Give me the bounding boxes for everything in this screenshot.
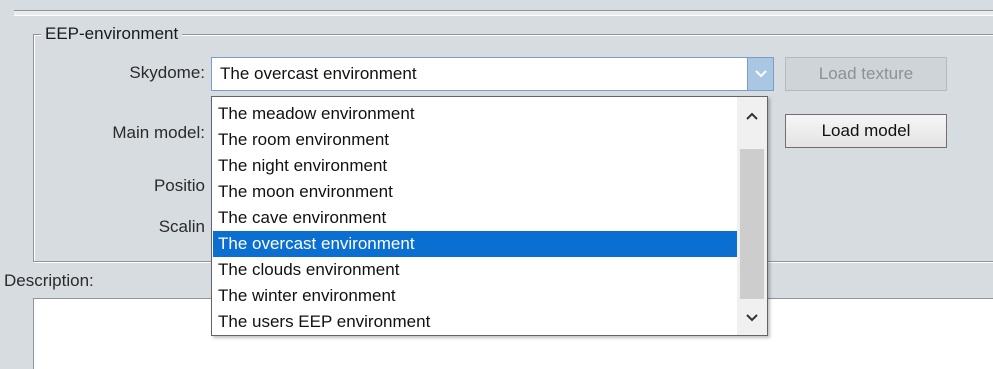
load-texture-label: Load texture xyxy=(818,64,914,83)
dropdown-option-overcast[interactable]: The overcast environment xyxy=(213,231,737,257)
scroll-up-icon xyxy=(746,112,758,120)
dropdown-option-clouds[interactable]: The clouds environment xyxy=(213,257,737,283)
skydome-dropdown-list[interactable]: The meadow environment The room environm… xyxy=(211,96,768,336)
dropdown-option-room[interactable]: The room environment xyxy=(213,127,737,153)
dropdown-option-moon[interactable]: The moon environment xyxy=(213,179,737,205)
scaling-label: Scalin xyxy=(158,217,205,236)
skydome-select-value: The overcast environment xyxy=(220,64,417,83)
group-title: EEP-environment xyxy=(41,24,183,44)
load-model-button[interactable]: Load model xyxy=(785,114,947,148)
dropdown-scrollbar[interactable] xyxy=(737,97,767,335)
scroll-down-icon xyxy=(746,314,758,322)
dropdown-toggle-button[interactable] xyxy=(747,58,773,90)
load-texture-button[interactable]: Load texture xyxy=(785,57,947,91)
dropdown-option-meadow[interactable]: The meadow environment xyxy=(213,101,737,127)
dropdown-option-cave[interactable]: The cave environment xyxy=(213,205,737,231)
skydome-label: Skydome: xyxy=(129,63,205,82)
description-label: Description: xyxy=(4,271,94,290)
dropdown-option-night[interactable]: The night environment xyxy=(213,153,737,179)
position-label: Positio xyxy=(153,176,205,195)
scroll-up-button[interactable] xyxy=(737,101,767,131)
dropdown-options: The meadow environment The room environm… xyxy=(213,101,737,335)
load-model-label: Load model xyxy=(821,121,911,140)
top-separator xyxy=(14,10,993,16)
skydome-select[interactable]: The overcast environment xyxy=(211,57,774,91)
dropdown-option-winter[interactable]: The winter environment xyxy=(213,283,737,309)
scroll-down-button[interactable] xyxy=(737,303,767,333)
main-model-label: Main model: xyxy=(112,123,205,142)
dropdown-option-users-eep[interactable]: The users EEP environment xyxy=(213,309,737,335)
chevron-down-icon xyxy=(754,70,767,78)
scrollbar-thumb[interactable] xyxy=(740,149,764,299)
